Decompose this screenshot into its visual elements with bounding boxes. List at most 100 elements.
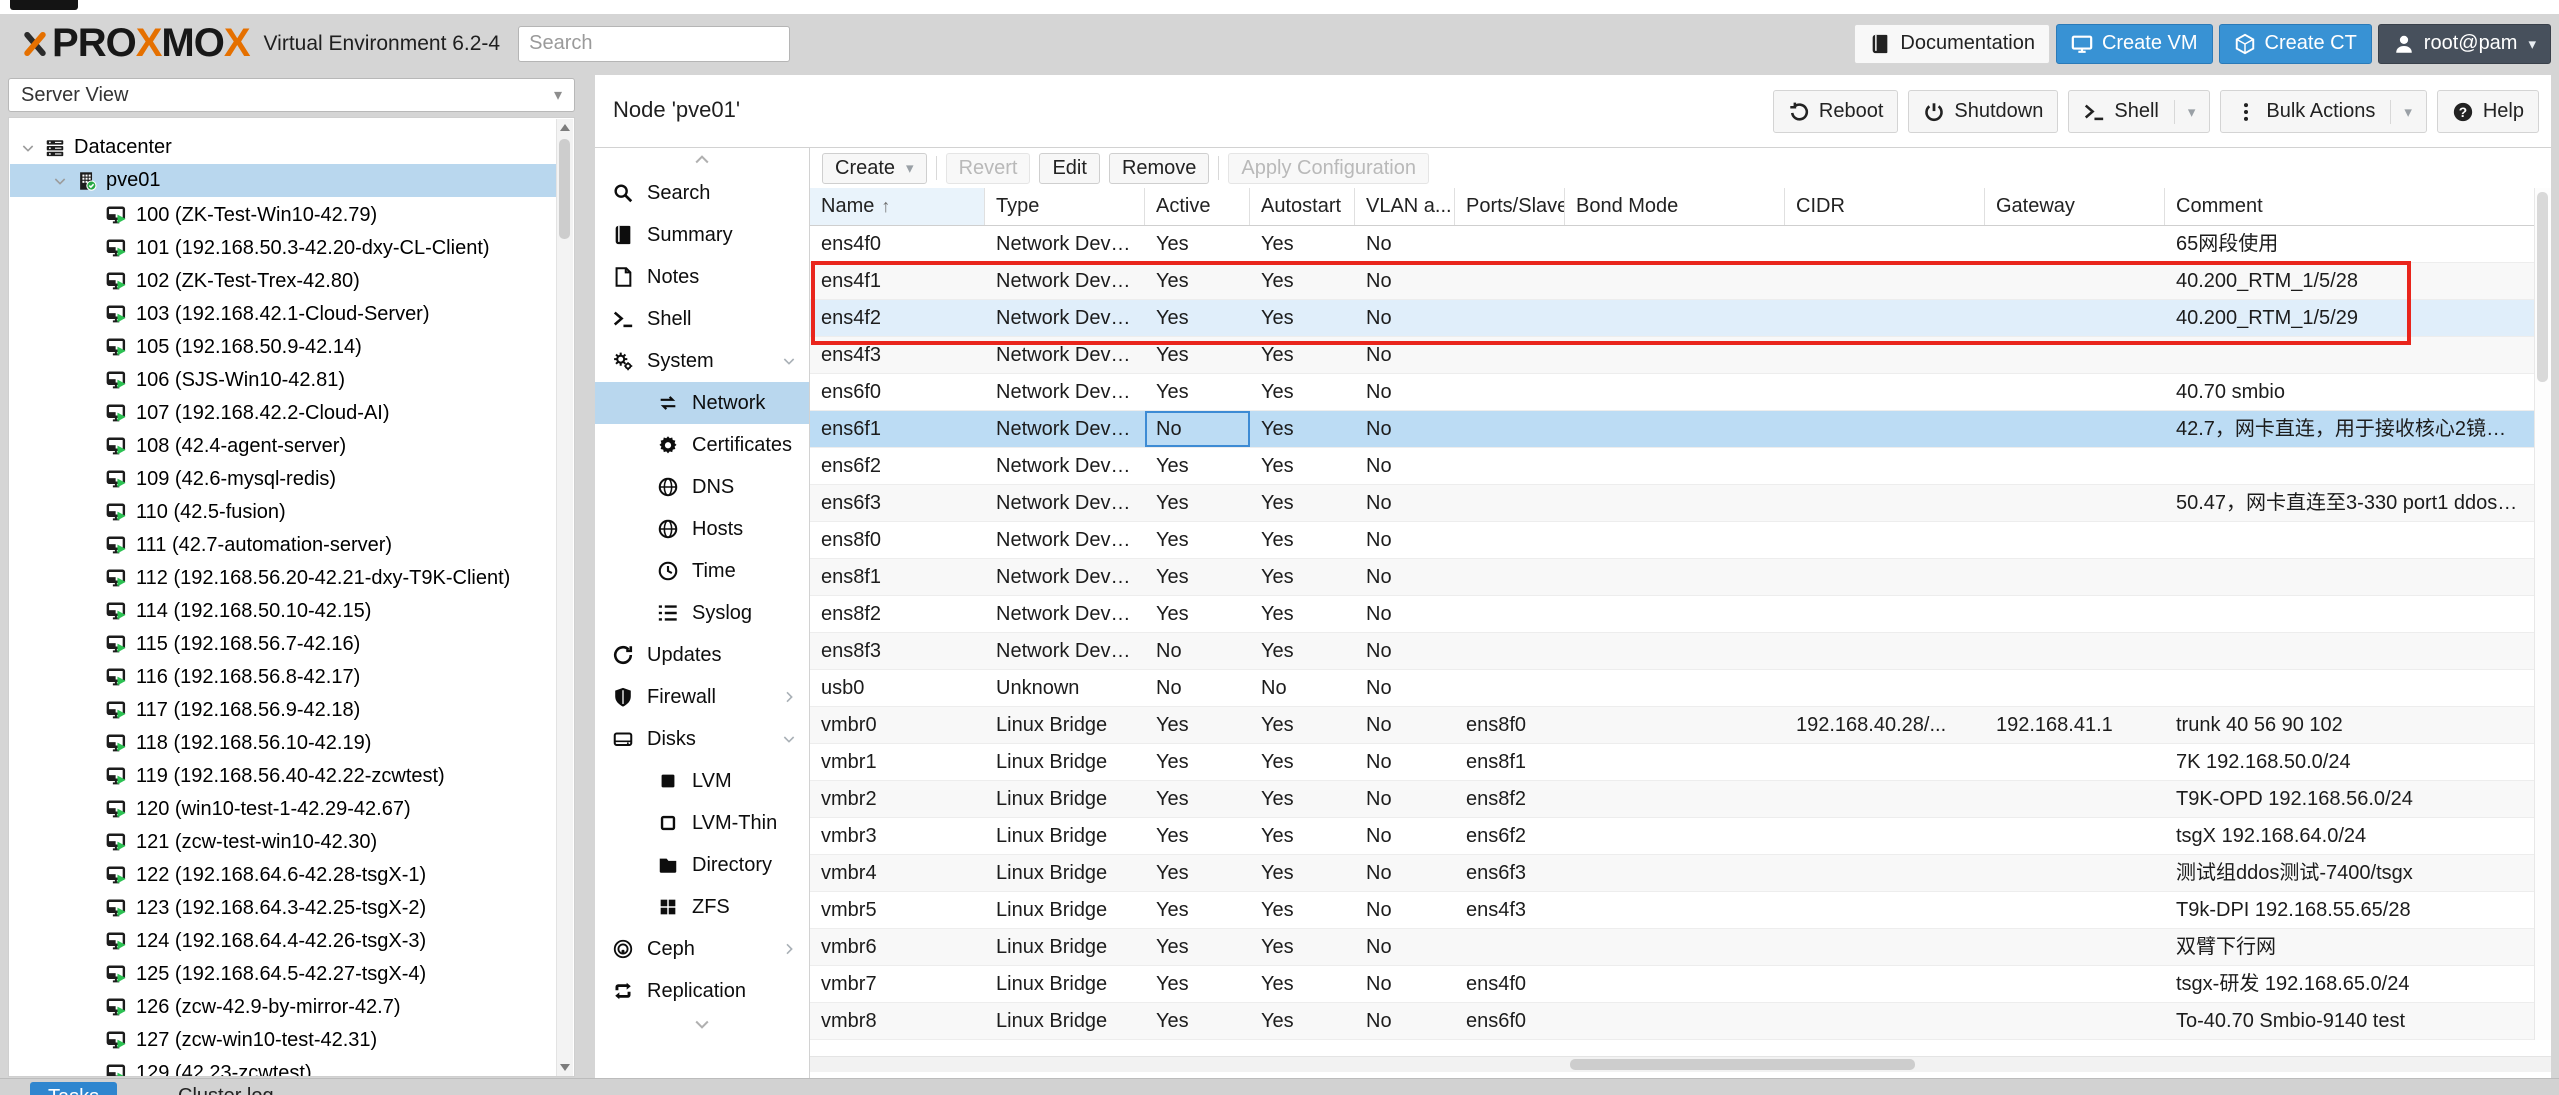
menu-item-shell[interactable]: Shell <box>595 298 809 340</box>
menu-collapse-top[interactable] <box>595 148 809 172</box>
tree-item-vm[interactable]: 101 (192.168.50.3-42.20-dxy-CL-Client) <box>10 232 557 265</box>
tree-scrollbar[interactable] <box>556 119 573 1076</box>
chevron-down-icon[interactable] <box>52 173 68 189</box>
chevron-down-icon[interactable]: ▾ <box>554 85 562 105</box>
menu-item-network[interactable]: Network <box>595 382 809 424</box>
menu-item-time[interactable]: Time <box>595 550 809 592</box>
table-row-ens6f0[interactable]: ens6f0Network DeviceYesYesNo40.70 smbio <box>810 374 2535 411</box>
table-row-ens4f2[interactable]: ens4f2Network DeviceYesYesNo40.200_RTM_1… <box>810 300 2535 337</box>
menu-item-certificates[interactable]: Certificates <box>595 424 809 466</box>
user-menu-button[interactable]: root@pam▾ <box>2378 24 2551 64</box>
column-header-gateway[interactable]: Gateway <box>1985 188 2165 225</box>
tree-item-vm[interactable]: 112 (192.168.56.20-42.21-dxy-T9K-Client) <box>10 562 557 595</box>
cluster-log-tab[interactable]: Cluster log <box>178 1085 274 1095</box>
h-scroll-thumb[interactable] <box>1570 1059 1915 1070</box>
table-row-vmbr1[interactable]: vmbr1Linux BridgeYesYesNoens8f17K 192.16… <box>810 744 2535 781</box>
tree-item-vm[interactable]: 123 (192.168.64.3-42.25-tsgX-2) <box>10 892 557 925</box>
column-header-vlan[interactable]: VLAN a... <box>1355 188 1455 225</box>
table-vertical-scrollbar[interactable] <box>2534 188 2551 1040</box>
menu-item-dns[interactable]: DNS <box>595 466 809 508</box>
chevron-down-icon[interactable]: ▾ <box>2404 103 2412 121</box>
tree-item-vm[interactable]: 117 (192.168.56.9-42.18) <box>10 694 557 727</box>
chevron-down-icon[interactable] <box>781 353 797 369</box>
column-header-name[interactable]: Name↑ <box>810 188 985 225</box>
table-row-vmbr2[interactable]: vmbr2Linux BridgeYesYesNoens8f2T9K-OPD 1… <box>810 781 2535 818</box>
tree-item-vm[interactable]: 107 (192.168.42.2-Cloud-AI) <box>10 397 557 430</box>
documentation-button[interactable]: Documentation <box>1854 24 2050 64</box>
tree-item-datacenter[interactable]: Datacenter <box>10 131 557 164</box>
tree-item-node-pve01[interactable]: pve01 <box>10 164 557 197</box>
remove-button[interactable]: Remove <box>1109 153 1209 184</box>
table-row-vmbr5[interactable]: vmbr5Linux BridgeYesYesNoens4f3T9k-DPI 1… <box>810 892 2535 929</box>
tree-item-vm[interactable]: 100 (ZK-Test-Win10-42.79) <box>10 199 557 232</box>
cell-active[interactable]: No <box>1145 411 1250 447</box>
tree-item-vm[interactable]: 114 (192.168.50.10-42.15) <box>10 595 557 628</box>
tree-item-vm[interactable]: 118 (192.168.56.10-42.19) <box>10 727 557 760</box>
reboot-button[interactable]: Reboot <box>1773 90 1899 133</box>
chevron-down-icon[interactable] <box>20 140 36 156</box>
edit-button[interactable]: Edit <box>1039 153 1099 184</box>
table-row-ens6f3[interactable]: ens6f3Network DeviceYesYesNo50.47，网卡直连至3… <box>810 485 2535 522</box>
menu-item-directory[interactable]: Directory <box>595 844 809 886</box>
menu-item-zfs[interactable]: ZFS <box>595 886 809 928</box>
tree-item-vm[interactable]: 125 (192.168.64.5-42.27-tsgX-4) <box>10 958 557 991</box>
table-row-ens6f2[interactable]: ens6f2Network DeviceYesYesNo <box>810 448 2535 485</box>
shutdown-button[interactable]: Shutdown <box>1908 90 2058 133</box>
table-row-ens8f0[interactable]: ens8f0Network DeviceYesYesNo <box>810 522 2535 559</box>
table-row-ens8f2[interactable]: ens8f2Network DeviceYesYesNo <box>810 596 2535 633</box>
table-row-ens4f1[interactable]: ens4f1Network DeviceYesYesNo40.200_RTM_1… <box>810 263 2535 300</box>
menu-item-updates[interactable]: Updates <box>595 634 809 676</box>
menu-item-firewall[interactable]: Firewall <box>595 676 809 718</box>
menu-item-system[interactable]: System <box>595 340 809 382</box>
help-button[interactable]: ?Help <box>2437 90 2539 133</box>
menu-item-lvm[interactable]: LVM <box>595 760 809 802</box>
table-row-ens4f0[interactable]: ens4f0Network DeviceYesYesNo65网段使用 <box>810 226 2535 263</box>
table-row-ens4f3[interactable]: ens4f3Network DeviceYesYesNo <box>810 337 2535 374</box>
create-button[interactable]: Create▾ <box>822 153 927 184</box>
menu-item-summary[interactable]: Summary <box>595 214 809 256</box>
tree-item-vm[interactable]: 102 (ZK-Test-Trex-42.80) <box>10 265 557 298</box>
menu-item-hosts[interactable]: Hosts <box>595 508 809 550</box>
apply-configuration-button[interactable]: Apply Configuration <box>1228 153 1429 184</box>
tree-item-vm[interactable]: 129 (42.23-zcwtest) <box>10 1057 557 1077</box>
bulk-actions-button[interactable]: Bulk Actions▾ <box>2220 90 2426 133</box>
chevron-down-icon[interactable] <box>781 731 797 747</box>
menu-item-syslog[interactable]: Syslog <box>595 592 809 634</box>
revert-button[interactable]: Revert <box>946 153 1031 184</box>
chevron-down-icon[interactable]: ▾ <box>2188 103 2196 121</box>
menu-item-search[interactable]: Search <box>595 172 809 214</box>
shell-button[interactable]: Shell▾ <box>2068 90 2210 133</box>
tree-item-vm[interactable]: 103 (192.168.42.1-Cloud-Server) <box>10 298 557 331</box>
tree-item-vm[interactable]: 110 (42.5-fusion) <box>10 496 557 529</box>
view-selector[interactable]: Server View ▾ <box>8 78 575 112</box>
tree-item-vm[interactable]: 120 (win10-test-1-42.29-42.67) <box>10 793 557 826</box>
menu-item-replication[interactable]: Replication <box>595 970 809 1012</box>
column-header-autostart[interactable]: Autostart <box>1250 188 1355 225</box>
tree-item-vm[interactable]: 116 (192.168.56.8-42.17) <box>10 661 557 694</box>
menu-item-ceph[interactable]: Ceph <box>595 928 809 970</box>
column-header-type[interactable]: Type <box>985 188 1145 225</box>
menu-item-lvm-thin[interactable]: LVM-Thin <box>595 802 809 844</box>
tree-item-vm[interactable]: 119 (192.168.56.40-42.22-zcwtest) <box>10 760 557 793</box>
column-header-comment[interactable]: Comment <box>2165 188 2535 225</box>
menu-item-notes[interactable]: Notes <box>595 256 809 298</box>
table-row-usb0[interactable]: usb0UnknownNoNoNo <box>810 670 2535 707</box>
chevron-right-icon[interactable] <box>781 941 797 957</box>
column-header-cidr[interactable]: CIDR <box>1785 188 1985 225</box>
scroll-down-arrow[interactable] <box>560 1064 570 1071</box>
tree-item-vm[interactable]: 127 (zcw-win10-test-42.31) <box>10 1024 557 1057</box>
chevron-right-icon[interactable] <box>781 689 797 705</box>
create-vm-button[interactable]: Create VM <box>2056 24 2213 64</box>
v-scroll-thumb[interactable] <box>2537 192 2548 382</box>
tree-item-vm[interactable]: 105 (192.168.50.9-42.14) <box>10 331 557 364</box>
column-header-bond[interactable]: Bond Mode <box>1565 188 1785 225</box>
menu-collapse-bottom[interactable] <box>595 1012 809 1036</box>
create-ct-button[interactable]: Create CT <box>2219 24 2372 64</box>
table-row-vmbr7[interactable]: vmbr7Linux BridgeYesYesNoens4f0tsgx-研发 1… <box>810 966 2535 1003</box>
menu-item-disks[interactable]: Disks <box>595 718 809 760</box>
tree-item-vm[interactable]: 126 (zcw-42.9-by-mirror-42.7) <box>10 991 557 1024</box>
table-horizontal-scrollbar[interactable] <box>810 1056 2551 1072</box>
tree-item-vm[interactable]: 108 (42.4-agent-server) <box>10 430 557 463</box>
table-row-vmbr8[interactable]: vmbr8Linux BridgeYesYesNoens6f0To-40.70 … <box>810 1003 2535 1040</box>
tree-item-vm[interactable]: 124 (192.168.64.4-42.26-tsgX-3) <box>10 925 557 958</box>
